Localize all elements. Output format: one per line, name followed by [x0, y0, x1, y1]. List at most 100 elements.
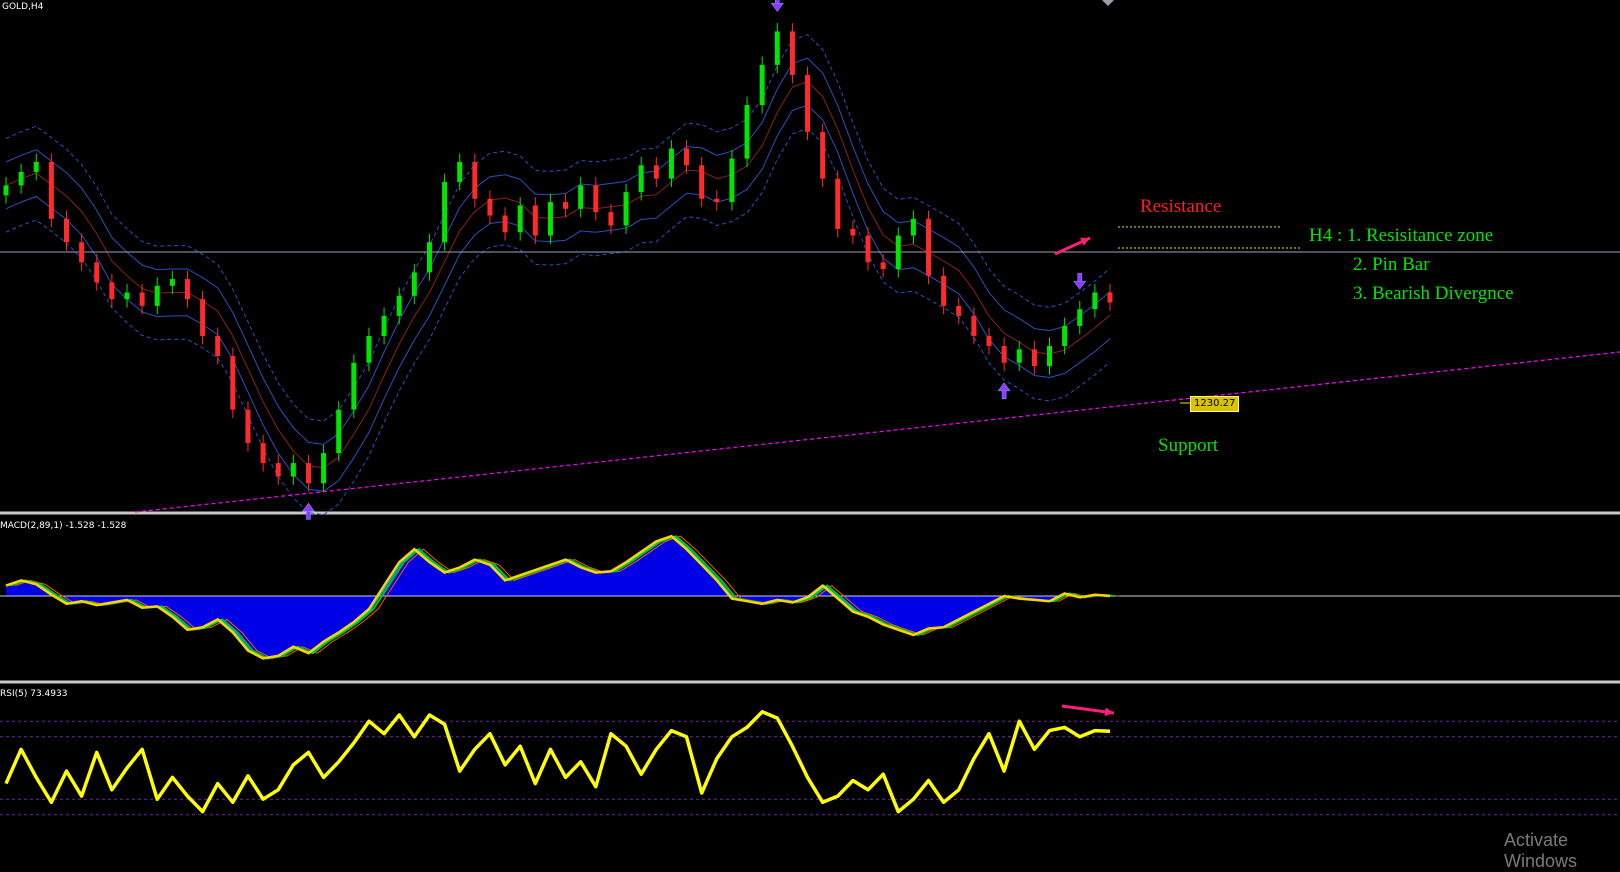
- chart-shift-marker-icon[interactable]: [1102, 0, 1114, 6]
- candle-body: [563, 202, 569, 209]
- candle: [442, 173, 448, 251]
- candle: [820, 123, 826, 188]
- candle: [124, 284, 130, 308]
- candle: [245, 401, 251, 452]
- candle: [623, 183, 629, 234]
- candle-body: [63, 218, 69, 243]
- price-tag: 1230.27: [1190, 396, 1240, 412]
- notes-line-2: 2. Pin Bar: [1353, 254, 1430, 275]
- candle-body: [33, 161, 39, 172]
- candle: [532, 197, 538, 244]
- candle-body: [608, 212, 614, 226]
- candle-body: [578, 185, 584, 209]
- resistance-label: Resistance: [1140, 196, 1222, 217]
- candle: [275, 454, 281, 485]
- candle-body: [910, 218, 916, 236]
- candle: [971, 307, 977, 345]
- macd-panel: [0, 534, 1620, 660]
- candle-body: [245, 409, 251, 444]
- candle-body: [109, 282, 115, 300]
- candle-body: [200, 299, 206, 336]
- candle-body: [744, 105, 750, 159]
- candle-body: [1047, 346, 1053, 367]
- trading-chart[interactable]: [0, 0, 1620, 852]
- candle-body: [835, 178, 841, 229]
- candle-body: [1016, 349, 1022, 363]
- candle-body: [487, 198, 493, 216]
- notes-line-3: 3. Bearish Divergnce: [1353, 283, 1514, 304]
- candle-body: [623, 192, 629, 226]
- candle: [789, 23, 795, 84]
- candle-body: [154, 285, 160, 306]
- candle: [184, 270, 190, 308]
- candle: [502, 207, 508, 241]
- candle: [926, 210, 932, 285]
- candle: [336, 401, 342, 462]
- candle: [835, 170, 841, 238]
- candle: [744, 96, 750, 167]
- rsi-line: [4, 710, 1111, 814]
- candle: [79, 233, 85, 271]
- candle: [3, 177, 9, 204]
- candle-body: [290, 463, 296, 477]
- candle: [154, 277, 160, 315]
- candle: [880, 253, 886, 278]
- candle-body: [124, 292, 130, 300]
- candle-body: [411, 272, 417, 296]
- signal-arrow-up-icon: [301, 502, 316, 520]
- candle-body: [547, 202, 553, 236]
- candle-body: [472, 161, 478, 199]
- candle: [48, 153, 54, 228]
- candle-body: [1031, 349, 1037, 367]
- candle-body: [305, 463, 311, 484]
- envelope-band: [5, 127, 1111, 516]
- moving-average-line: [5, 81, 1111, 469]
- candle-body: [593, 185, 599, 213]
- candle-body: [774, 31, 780, 65]
- candle-body: [653, 165, 659, 179]
- signal-arrow-down-icon: [1073, 272, 1087, 290]
- candle-body: [926, 218, 932, 276]
- candle: [230, 347, 236, 418]
- candle-body: [1107, 292, 1113, 303]
- candle-body: [668, 148, 674, 179]
- candle-body: [941, 275, 947, 306]
- candle-body: [48, 161, 54, 219]
- candle-body: [366, 335, 372, 363]
- support-label: Support: [1158, 435, 1219, 456]
- candle-body: [759, 64, 765, 106]
- symbol-label: GOLD,H4: [2, 2, 44, 12]
- candle: [699, 156, 705, 208]
- candle-body: [517, 205, 523, 233]
- candle-body: [381, 315, 387, 336]
- candle-body: [880, 262, 886, 270]
- candle: [653, 156, 659, 188]
- candle: [956, 297, 962, 325]
- candle: [547, 193, 553, 244]
- candle: [290, 454, 296, 485]
- support-trend-line: [134, 351, 1620, 513]
- candle-body: [895, 235, 901, 270]
- candle-body: [3, 185, 9, 196]
- candle-body: [79, 242, 85, 263]
- candle: [457, 153, 463, 191]
- candle: [517, 197, 523, 241]
- candle: [1077, 300, 1083, 335]
- candle: [563, 193, 569, 218]
- candle-body: [351, 362, 357, 410]
- candle-body: [260, 443, 266, 464]
- candle: [381, 307, 387, 345]
- candle: [1107, 284, 1113, 311]
- candle-body: [275, 463, 281, 477]
- candle: [321, 444, 327, 492]
- candle-body: [986, 335, 992, 347]
- candle: [910, 210, 916, 244]
- signal-arrow-up-icon: [997, 382, 1011, 400]
- candle-body: [215, 335, 221, 357]
- candle-body: [1062, 325, 1068, 347]
- candle: [1031, 340, 1037, 375]
- candle-body: [321, 453, 327, 484]
- candle: [487, 190, 493, 224]
- candle: [729, 150, 735, 211]
- candle-body: [638, 165, 644, 193]
